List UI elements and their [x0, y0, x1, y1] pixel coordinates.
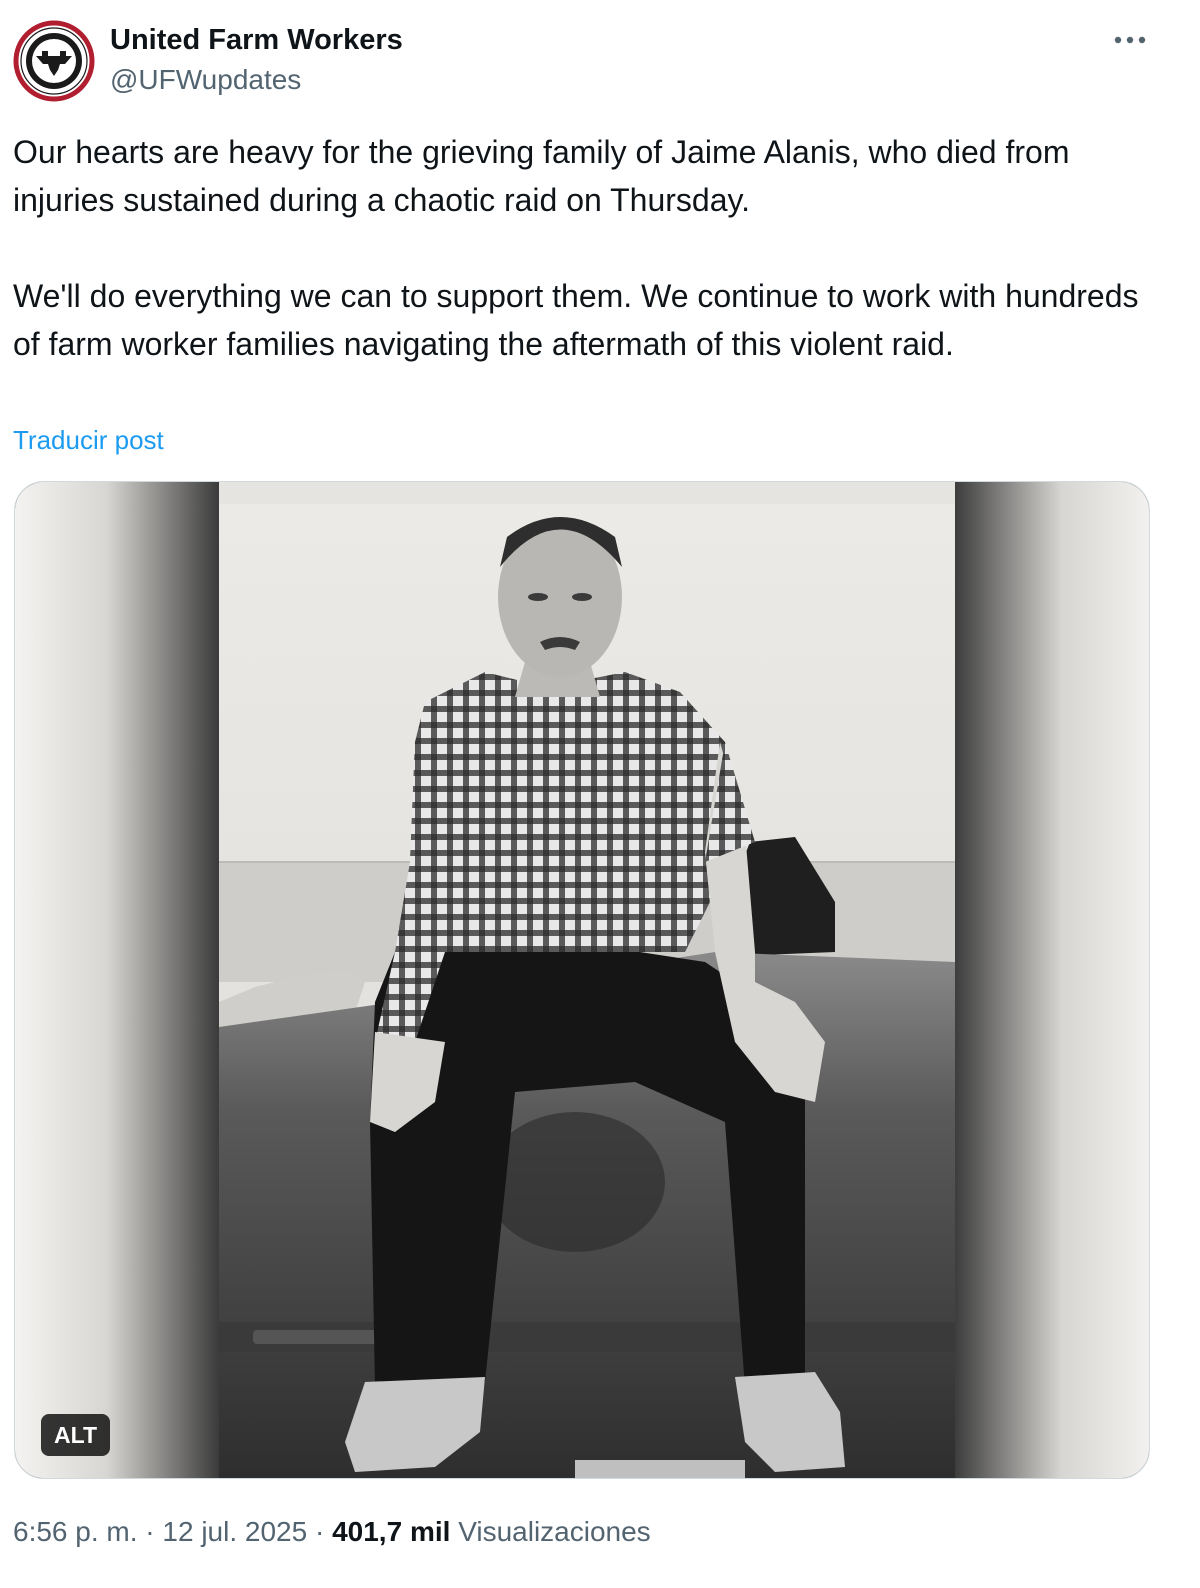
- tweet-meta: 6:56 p. m. · 12 jul. 2025 · 401,7 mil Vi…: [13, 1512, 651, 1552]
- tweet-paragraph-1: Our hearts are heavy for the grieving fa…: [13, 134, 1070, 218]
- author-handle[interactable]: @UFWupdates: [110, 62, 301, 98]
- views-label: Visualizaciones: [458, 1516, 651, 1547]
- avatar[interactable]: [13, 20, 95, 102]
- ufw-eagle-logo-icon: [13, 20, 95, 102]
- tweet-time[interactable]: 6:56 p. m.: [13, 1516, 138, 1547]
- meta-separator: ·: [145, 1516, 155, 1547]
- author-name[interactable]: United Farm Workers: [110, 22, 403, 58]
- translate-post-link[interactable]: Traducir post: [13, 422, 164, 458]
- more-options-button[interactable]: [1108, 26, 1152, 54]
- tweet-text: Our hearts are heavy for the grieving fa…: [13, 128, 1163, 368]
- photo-image: [15, 482, 1149, 1478]
- meta-separator: ·: [314, 1516, 325, 1547]
- alt-text-badge[interactable]: ALT: [41, 1414, 111, 1456]
- tweet-paragraph-2: We'll do everything we can to support th…: [13, 278, 1139, 362]
- views-count: 401,7 mil: [332, 1516, 451, 1547]
- tweet-photo[interactable]: ALT: [14, 481, 1150, 1479]
- tweet-date[interactable]: 12 jul. 2025: [162, 1516, 307, 1547]
- tweet-card: United Farm Workers @UFWupdates Our hear…: [0, 0, 1200, 1588]
- more-dots-icon: [1114, 36, 1146, 44]
